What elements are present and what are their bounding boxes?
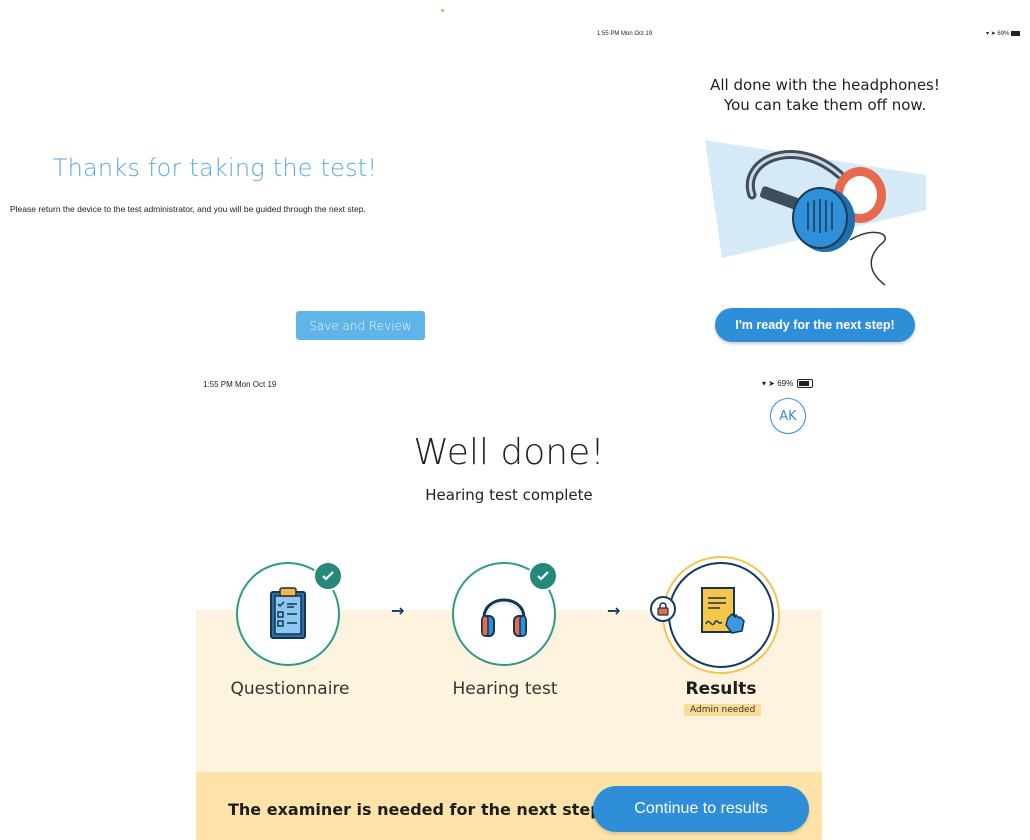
step-label-questionnaire: Questionnaire: [230, 679, 350, 699]
headphones-removed-illustration: [705, 140, 926, 286]
save-and-review-button[interactable]: Save and Review: [296, 311, 425, 340]
continue-to-results-button[interactable]: Continue to results: [593, 786, 809, 832]
thanks-instructions: Please return the device to the test adm…: [10, 204, 366, 214]
status-icons-bottom: ▾ ➤ 69%: [762, 379, 814, 389]
location-icon: ➤: [990, 31, 996, 37]
page-title: Well done!: [413, 432, 605, 473]
clipboard-icon: [270, 587, 306, 639]
step-label-results: Results: [685, 679, 757, 699]
status-time-top: 1:55 PM Mon Oct 19: [597, 31, 653, 37]
headphones-message-line1: All done with the headphones!: [710, 76, 940, 94]
step-results[interactable]: [668, 562, 774, 668]
check-icon: [528, 561, 558, 591]
arrow-right-icon: →: [607, 601, 621, 620]
location-icon: ➤: [768, 379, 775, 388]
battery-icon: [1011, 30, 1021, 36]
thanks-title: Thanks for taking the test!: [52, 154, 378, 182]
headphones-message: All done with the headphones! You can ta…: [680, 75, 970, 115]
wifi-icon: ▾: [986, 31, 990, 37]
status-icons-top: ▾ ➤ 69%: [986, 30, 1021, 37]
document-signature-icon: [701, 587, 745, 634]
battery-icon: [797, 379, 814, 389]
arrow-right-icon: →: [391, 601, 405, 620]
battery-percent: 69%: [997, 31, 1010, 37]
ready-next-step-button[interactable]: I'm ready for the next step!: [715, 308, 915, 342]
user-avatar[interactable]: AK: [770, 398, 806, 434]
headphones-message-line2: You can take them off now.: [723, 96, 927, 114]
status-time-bottom: 1:55 PM Mon Oct 19: [203, 380, 277, 389]
wifi-icon: ▾: [762, 379, 767, 388]
lock-icon: [657, 602, 669, 616]
headphones-icon: [481, 598, 527, 637]
page-subtitle: Hearing test complete: [425, 486, 593, 504]
lock-badge: [650, 596, 676, 622]
step-label-hearing-test: Hearing test: [452, 679, 558, 699]
admin-needed-badge: Admin needed: [684, 704, 762, 716]
battery-percent: 69%: [777, 379, 794, 388]
examiner-needed-text: The examiner is needed for the next step: [228, 800, 602, 819]
check-icon: [313, 561, 343, 591]
orange-dot: [441, 9, 444, 12]
